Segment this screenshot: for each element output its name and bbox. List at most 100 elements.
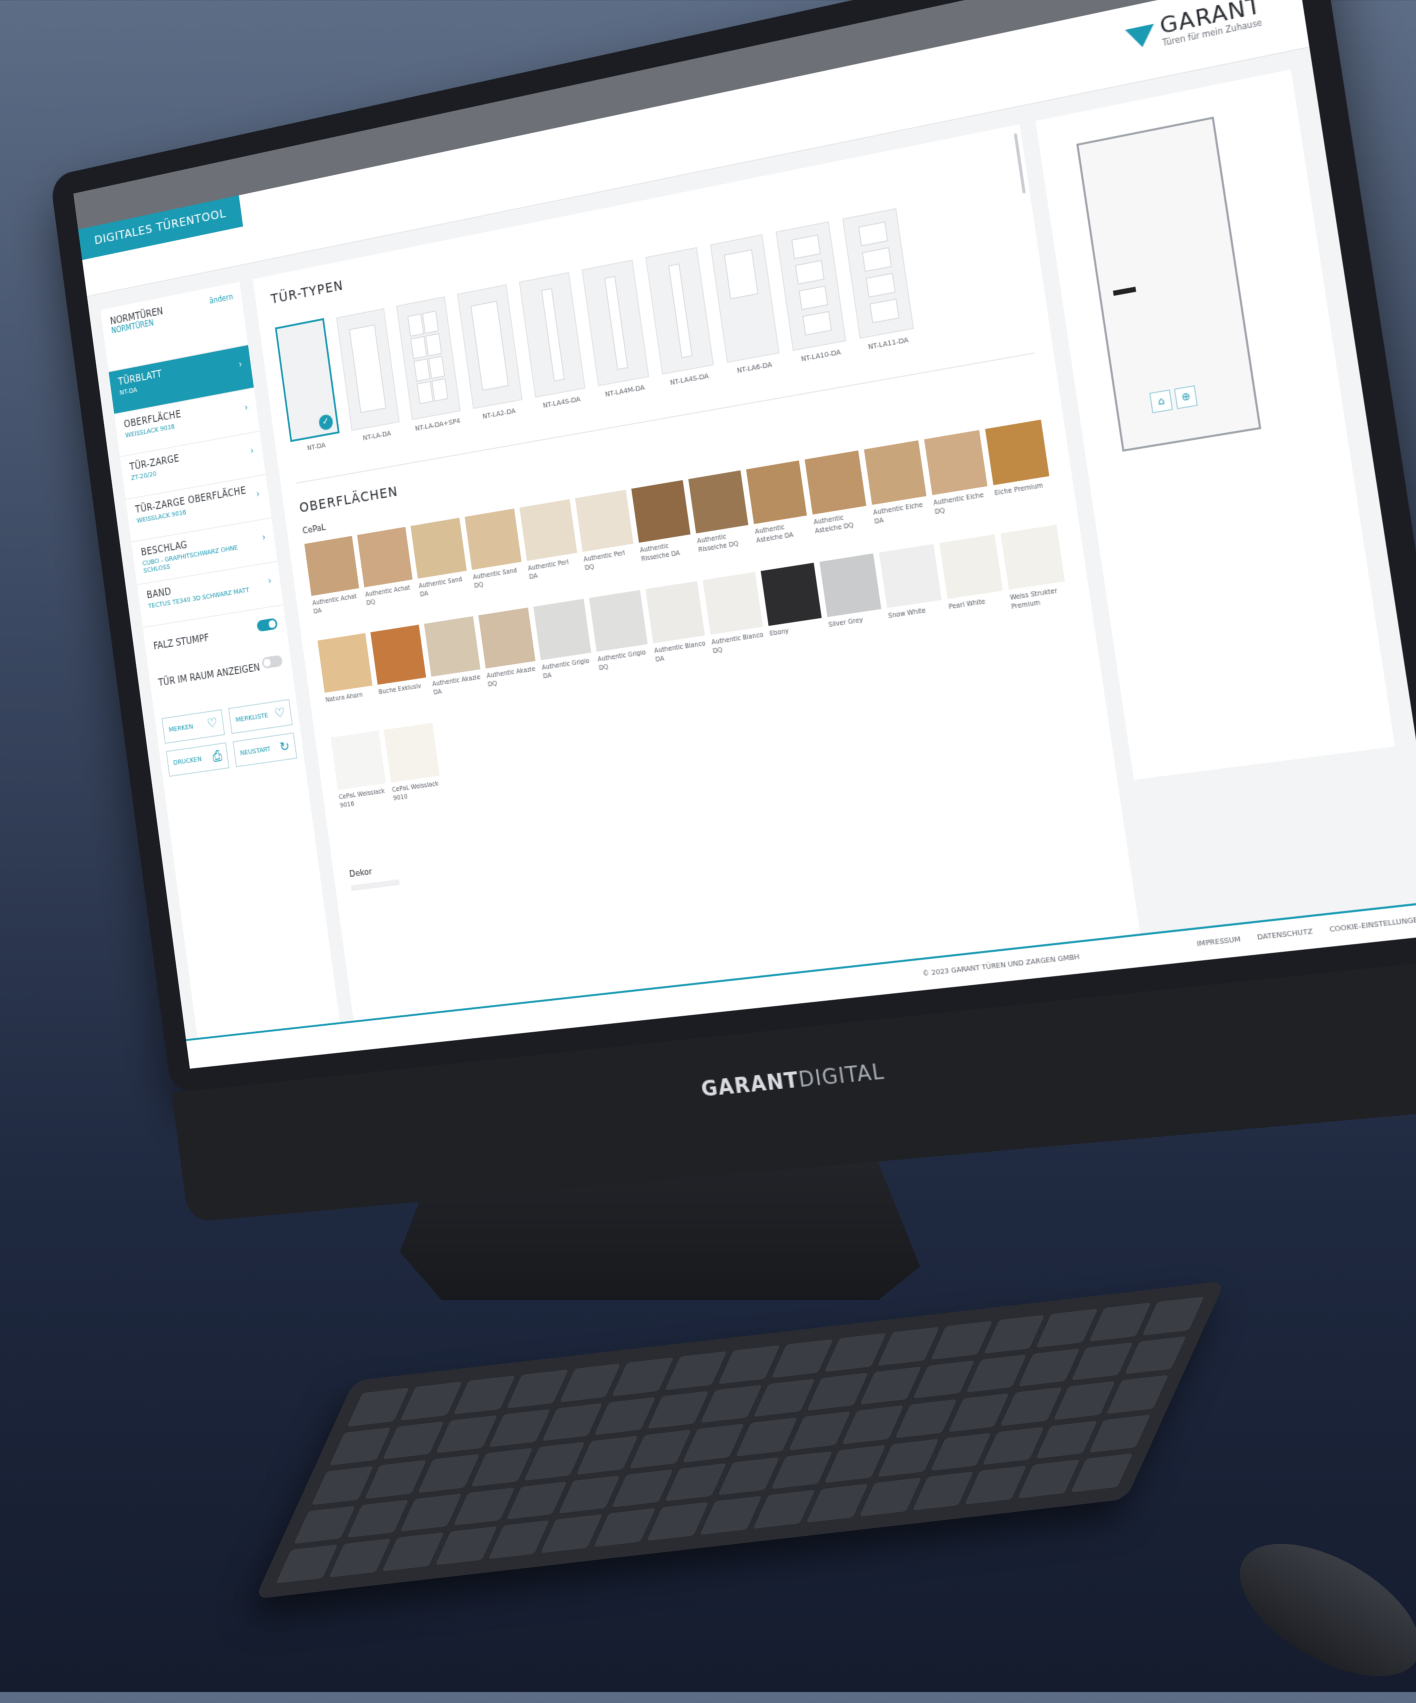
printer-icon: ⎙: [211, 748, 223, 765]
dekor-swatch-placeholder[interactable]: [350, 879, 400, 892]
door-type-nt-la-da-sp4[interactable]: NT-LA-DA+SP4: [396, 296, 462, 433]
zoom-icon[interactable]: ⊕: [1173, 385, 1198, 410]
keyboard-key: [434, 1526, 497, 1566]
surface-swatch[interactable]: CePaL Weisslack 9010: [383, 722, 443, 803]
door-type-nt-la4m-da[interactable]: NT-LA4M-DA: [581, 259, 651, 400]
surface-swatch[interactable]: Authentic Achat DQ: [357, 526, 415, 608]
surface-swatch[interactable]: Authentic Achat DA: [304, 535, 362, 616]
surface-swatch[interactable]: Authentic Risseiche DA: [631, 480, 693, 564]
heart-icon: ♡: [206, 715, 219, 732]
door-type-nt-la10-da[interactable]: NT-LA10-DA: [775, 221, 849, 364]
keyboard-key: [930, 1320, 993, 1360]
footer-link-cookie-einstellungen[interactable]: COOKIE-EINSTELLUNGEN: [1329, 915, 1416, 934]
swatch-color: [804, 450, 867, 515]
surface-swatch[interactable]: Weiss Strukter Premium: [1000, 524, 1069, 612]
swatch-name: Authentic Achat DA: [311, 592, 358, 616]
surface-swatch[interactable]: Authentic Bianco DQ: [702, 571, 766, 656]
surface-swatch[interactable]: Authentic Grigio DA: [533, 598, 594, 681]
logo-triangle-icon: [1124, 23, 1157, 50]
door-type-nt-la2-da[interactable]: NT-LA2-DA: [457, 284, 524, 422]
surface-swatch[interactable]: Authentic Akazie DQ: [478, 607, 538, 690]
door-type-nt-la4s-da[interactable]: NT-LA4S-DA: [518, 272, 587, 411]
surface-swatch[interactable]: Snow White: [878, 543, 945, 630]
scrollbar[interactable]: [1013, 133, 1026, 194]
keyboard-key: [823, 1444, 886, 1484]
surface-swatch[interactable]: Ebony: [760, 562, 825, 648]
surface-swatch[interactable]: Authentic Sand DQ: [464, 508, 525, 591]
door-type-nt-la11-da[interactable]: NT-LA11-DA: [842, 208, 916, 353]
room-view-icon[interactable]: ⌂: [1149, 389, 1173, 414]
keyboard-key: [788, 1411, 851, 1451]
surface-swatch[interactable]: CePaL Weisslack 9016: [330, 730, 389, 811]
door-type-nt-la4s-da[interactable]: NT-LA4S-DA: [645, 247, 716, 388]
swatch-color: [631, 480, 691, 543]
swatch-name: Authentic Risseiche DQ: [696, 532, 739, 554]
keyboard-key: [540, 1514, 603, 1554]
keyboard-key: [964, 1465, 1027, 1505]
swatch-name: Natura Ahorn: [325, 690, 364, 704]
monitor: DIGITALES TÜRENTOOL GARANT Türen für mei…: [49, 0, 1416, 1223]
footer-link-impressum[interactable]: IMPRESSUM: [1196, 935, 1241, 948]
surface-swatch[interactable]: Authentic Bianco DA: [645, 581, 708, 665]
merkliste-button[interactable]: MERKLISTE ♡: [228, 699, 293, 735]
surface-swatch[interactable]: Authentic Perl DQ: [575, 489, 636, 573]
keyboard-key: [1000, 1387, 1063, 1426]
surface-swatch[interactable]: Authentic Risseiche DQ: [688, 470, 751, 555]
swatch-color: [702, 571, 763, 635]
swatch-color: [304, 535, 360, 596]
toggle-switch[interactable]: [261, 654, 283, 669]
keyboard-key: [982, 1426, 1045, 1466]
surface-swatch[interactable]: Authentic Sand DA: [410, 517, 470, 600]
surface-swatch[interactable]: Pearl White: [939, 534, 1006, 621]
keyboard-key: [558, 1475, 621, 1514]
keyboard-key: [1053, 1381, 1116, 1420]
swatch-color: [645, 581, 705, 644]
door-type-nt-la6-da[interactable]: NT-LA6-DA: [709, 234, 782, 376]
toggle-label: TÜR IM RAUM ANZEIGEN: [157, 662, 261, 689]
cepal-title: CePaL: [302, 523, 327, 537]
keyboard-key: [506, 1369, 569, 1409]
keyboard-key: [576, 1435, 639, 1475]
merken-button[interactable]: MERKEN ♡: [161, 709, 225, 744]
keyboard-key: [1036, 1308, 1099, 1348]
chevron-right-icon: ›: [267, 576, 273, 587]
door-type-image: [457, 284, 523, 409]
surface-swatch-grid: Authentic Achat DA Authentic Achat DQ Auth…: [304, 419, 1084, 811]
toggle-switch[interactable]: [256, 617, 278, 633]
surface-swatch[interactable]: Silver Grey: [819, 553, 884, 638]
swatch-name: Authentic Grigio DA: [541, 656, 590, 681]
keyboard-key: [929, 1432, 992, 1472]
keyboard-key: [346, 1499, 409, 1539]
surface-swatch[interactable]: Authentic Akazie DA: [424, 616, 483, 697]
door-type-nt-da[interactable]: ✓ NT-DA: [274, 318, 342, 455]
keyboard-key: [965, 1353, 1028, 1393]
surface-swatch[interactable]: Authentic Asteiche DQ: [804, 450, 870, 536]
swatch-color: [330, 730, 386, 790]
surface-swatch[interactable]: Authentic Perl DA: [519, 499, 580, 582]
door-type-label: NT-DA: [306, 441, 326, 453]
swatch-color: [746, 460, 807, 525]
surface-swatch[interactable]: Natura Ahorn: [317, 633, 376, 713]
keyboard-key: [382, 1420, 445, 1460]
heart-list-icon: ♡: [273, 705, 287, 722]
surface-swatch[interactable]: Authentic Eiche DA: [863, 440, 930, 526]
surface-swatch[interactable]: Authentic Eiche DQ: [924, 430, 991, 517]
door-type-label: NT-LA4M-DA: [604, 383, 646, 399]
swatch-name: Authentic Perl DQ: [583, 549, 626, 573]
footer-link-datenschutz[interactable]: DATENSCHUTZ: [1257, 927, 1314, 941]
neustart-button[interactable]: NEUSTART ↻: [232, 732, 298, 768]
drucken-button[interactable]: DRUCKEN ⎙: [165, 742, 230, 777]
surface-swatch[interactable]: Authentic Asteiche DA: [746, 460, 810, 545]
door-type-nt-la-da[interactable]: NT-LA-DA: [336, 308, 402, 444]
surface-swatch[interactable]: Authentic Grigio DQ: [589, 589, 651, 673]
door-type-label: NT-LA10-DA: [800, 348, 842, 364]
keyboard-key: [453, 1375, 516, 1415]
keyboard-key: [417, 1454, 480, 1493]
surface-swatch[interactable]: Buche Exklusiv: [370, 624, 429, 706]
keyboard-key: [700, 1384, 763, 1424]
door-type-image: [336, 308, 400, 431]
keyboard-key: [541, 1402, 604, 1442]
swatch-name: Buche Exklusiv: [378, 682, 422, 697]
surface-swatch[interactable]: Eiche Premium: [985, 419, 1053, 508]
button-label: MERKEN: [168, 722, 194, 734]
